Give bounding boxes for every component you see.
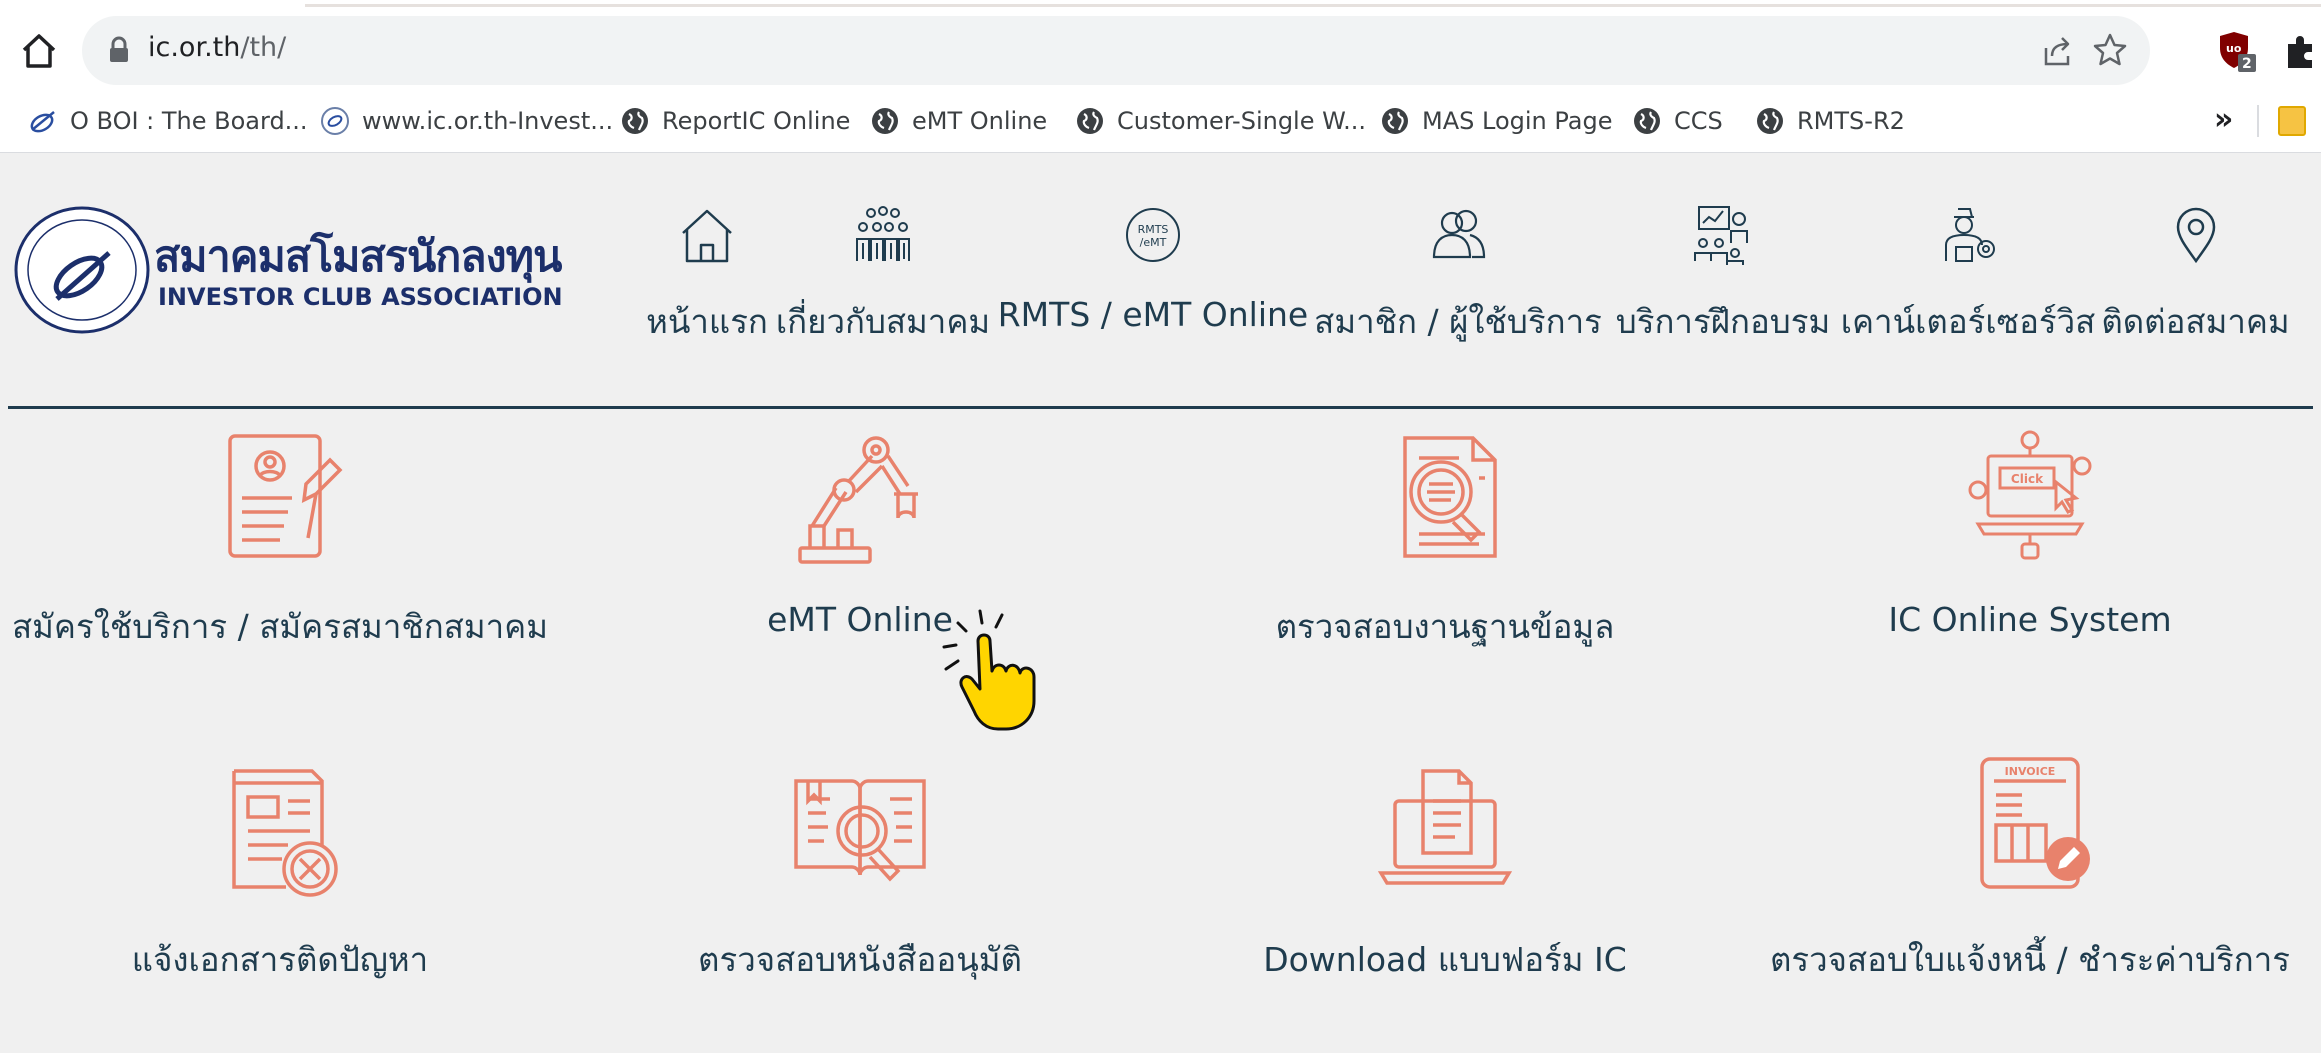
svg-text:uo: uo (2226, 42, 2242, 55)
nav-label: เคาน์เตอร์เซอร์วิส (1840, 302, 2096, 341)
laptop-download-icon (1377, 769, 1513, 885)
globe-icon (622, 108, 648, 134)
service-database-check[interactable]: ตรวจสอบงานฐานข้อมูล (1165, 430, 1725, 720)
nav-label: หน้าแรก (646, 302, 768, 341)
bookmark-star-icon[interactable] (2092, 32, 2128, 68)
site-header: สมาคมสโมสรนักลงทุน INVESTOR CLUB ASSOCIA… (8, 153, 2313, 409)
bookmark-ic[interactable]: www.ic.or.th-Invest... (320, 104, 613, 138)
nav-home[interactable]: หน้าแรก (633, 153, 781, 406)
training-icon (1694, 206, 1748, 265)
address-bar[interactable]: ic.or.th/th/ (82, 16, 2150, 85)
url-domain: ic.or.th (148, 32, 241, 63)
association-logo-icon[interactable] (13, 205, 151, 335)
service-label: eMT Online (767, 600, 953, 639)
counter-service-icon (1945, 208, 1995, 262)
nav-about[interactable]: เกี่ยวกับสมาคม (768, 153, 998, 406)
nav-label: RMTS / eMT Online (997, 295, 1309, 334)
nav-label: ติดต่อสมาคม (2101, 302, 2290, 341)
nav-label: สมาชิก / ผู้ใช้บริการ (1314, 302, 1602, 341)
ublock-extension-icon[interactable]: uo 2 (2218, 30, 2258, 74)
tab-strip-edge (305, 4, 2321, 7)
share-icon[interactable] (2040, 34, 2074, 68)
book-search-icon (794, 779, 926, 882)
ic-icon (321, 107, 349, 135)
invoice-icon: INVOICE (1980, 757, 2090, 889)
service-label: ตรวจสอบใบแจ้งหนี้ / ชำระค่าบริการ (1769, 940, 2291, 979)
service-label: สมัครใช้บริการ / สมัครสมาชิกสมาคม (12, 607, 548, 646)
nav-training[interactable]: บริการฝึกอบรม (1608, 153, 1838, 406)
bookmark-label: eMT Online (912, 107, 1048, 135)
boi-icon (30, 111, 55, 133)
service-report-document-issue[interactable]: แจ้งเอกสารติดปัญหา (0, 763, 560, 1053)
svg-text:RMTS: RMTS (1138, 223, 1169, 236)
service-ic-online-system[interactable]: Click IC Online System (1750, 430, 2310, 720)
bookmarks-divider (2257, 105, 2259, 137)
bookmark-label: MAS Login Page (1422, 107, 1613, 135)
home-icon[interactable] (18, 30, 60, 72)
folder-icon[interactable] (2278, 106, 2306, 136)
rmts-emt-icon: RMTS /eMT (1126, 208, 1180, 262)
location-pin-icon (2176, 207, 2215, 264)
svg-text:/eMT: /eMT (1140, 236, 1167, 249)
document-error-icon (232, 769, 338, 897)
members-icon (1432, 209, 1486, 259)
bookmarks-bar: O BOI : The Board... www.ic.or.th-Invest… (0, 90, 2321, 153)
lock-icon[interactable] (108, 36, 130, 64)
laptop-click-icon: Click (1968, 430, 2092, 560)
service-invoice-payment[interactable]: INVOICE ตรวจสอบใบแจ้งหนี้ / ชำระค่าบริกา… (1750, 757, 2310, 1053)
bookmark-label: www.ic.or.th-Invest... (362, 107, 614, 135)
nav-members[interactable]: สมาชิก / ผู้ใช้บริการ (1308, 153, 1608, 406)
bookmark-boi[interactable]: O BOI : The Board... (28, 104, 308, 138)
bookmark-label: Customer-Single W... (1117, 107, 1366, 135)
bookmark-rmts[interactable]: RMTS-R2 (1755, 104, 1905, 138)
logo-thai-name[interactable]: สมาคมสโมสรนักลงทุน (154, 222, 562, 290)
nav-label: เกี่ยวกับสมาคม (775, 302, 991, 341)
globe-icon (1382, 108, 1408, 134)
nav-counter-service[interactable]: เคาน์เตอร์เซอร์วิส (1841, 153, 2095, 406)
service-label: IC Online System (1888, 600, 2172, 639)
globe-icon (1757, 108, 1783, 134)
robot-arm-icon (798, 436, 918, 564)
bookmark-mas[interactable]: MAS Login Page (1380, 104, 1612, 138)
url-text[interactable]: ic.or.th/th/ (148, 32, 286, 63)
people-group-icon (856, 206, 910, 261)
bookmark-label: ReportIC Online (662, 107, 851, 135)
home-icon (682, 209, 732, 263)
bookmark-ccs[interactable]: CCS (1632, 104, 1723, 138)
service-download-form[interactable]: Download แบบฟอร์ม IC (1165, 763, 1725, 1053)
click-text: Click (2011, 472, 2044, 486)
document-search-icon (1403, 436, 1497, 558)
logo-english-name[interactable]: INVESTOR CLUB ASSOCIATION (158, 283, 563, 311)
url-path: /th/ (240, 32, 287, 63)
invoice-text: INVOICE (2005, 765, 2056, 778)
hand-pointer-icon (942, 609, 1036, 731)
service-label: ตรวจสอบงานฐานข้อมูล (1275, 607, 1615, 646)
bookmark-emt[interactable]: eMT Online (870, 104, 1047, 138)
globe-icon (872, 108, 898, 134)
bookmark-customer[interactable]: Customer-Single W... (1075, 104, 1366, 138)
service-label: ตรวจสอบหนังสืออนุมัติ (698, 940, 1022, 979)
nav-label: บริการฝึกอบรม (1615, 302, 1831, 341)
service-register[interactable]: สมัครใช้บริการ / สมัครสมาชิกสมาคม (0, 430, 560, 720)
nav-rmts-emt[interactable]: RMTS /eMT RMTS / eMT Online (998, 153, 1308, 406)
bookmark-label: O BOI : The Board... (70, 107, 308, 135)
bookmarks-overflow-button[interactable]: » (2214, 102, 2233, 137)
service-label: แจ้งเอกสารติดปัญหา (131, 940, 429, 979)
globe-icon (1077, 108, 1103, 134)
nav-contact[interactable]: ติดต่อสมาคม (2088, 153, 2303, 406)
globe-icon (1634, 108, 1660, 134)
bookmark-reportic[interactable]: ReportIC Online (620, 104, 850, 138)
extensions-puzzle-icon[interactable] (2282, 32, 2320, 70)
browser-toolbar: ic.or.th/th/ uo 2 (0, 0, 2321, 90)
register-form-icon (228, 434, 343, 558)
bookmark-label: RMTS-R2 (1797, 107, 1905, 135)
service-approval-letter-check[interactable]: ตรวจสอบหนังสืออนุมัติ (580, 763, 1140, 1053)
extension-badge: 2 (2242, 56, 2252, 72)
bookmark-label: CCS (1674, 107, 1723, 135)
service-label: Download แบบฟอร์ม IC (1263, 940, 1627, 979)
